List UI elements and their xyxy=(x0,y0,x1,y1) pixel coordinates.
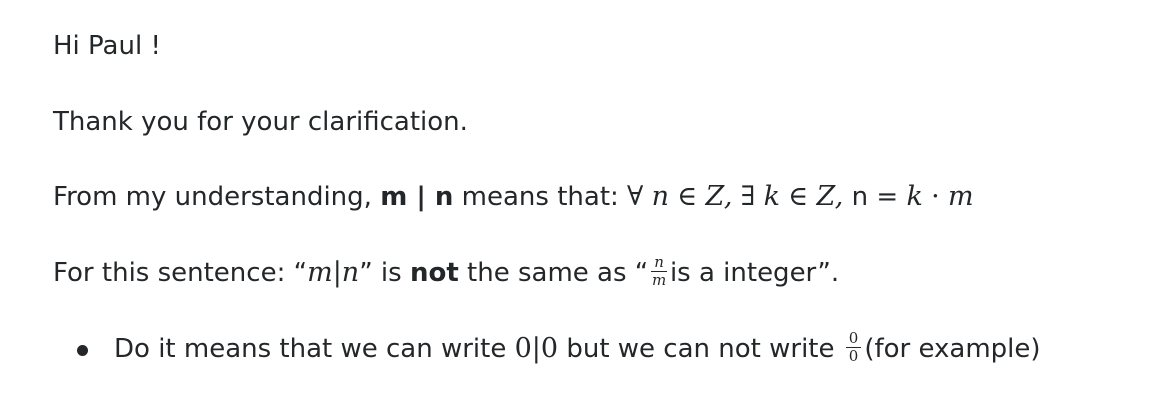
fraction-n-over-m: nm xyxy=(651,255,667,288)
math-n: n xyxy=(651,181,669,212)
greeting-line: Hi Paul ! xyxy=(53,28,161,64)
definition-intro: From my understanding, xyxy=(53,182,381,212)
thanks-line: Thank you for your clarification. xyxy=(53,104,468,140)
math-m-sentence: m xyxy=(307,257,333,288)
definition-bold-m-divides-n: m | n xyxy=(380,182,454,212)
bullet-start: Do it means that we can write xyxy=(114,334,515,364)
sentence-not-bold: not xyxy=(409,258,459,288)
fraction-zero-over-zero: 00 xyxy=(845,331,862,365)
math-m: m xyxy=(947,181,974,212)
greeting-text: Hi Paul ! xyxy=(53,31,161,61)
math-k-2: k xyxy=(906,181,923,212)
bullet-mid: but we can not write xyxy=(558,334,843,364)
forall-symbol: ∀ xyxy=(627,181,644,212)
fraction-zero-numerator: 0 xyxy=(845,331,862,348)
thanks-text: Thank you for your clarification. xyxy=(53,107,468,137)
fraction-denominator: m xyxy=(651,271,667,289)
definition-after: means that: xyxy=(453,182,628,212)
element-of-symbol: ∈ xyxy=(677,181,698,212)
sentence-line: For this sentence: “m|n” is not the same… xyxy=(53,255,839,291)
sentence-tail: is a integer”. xyxy=(669,258,840,288)
fraction-numerator: n xyxy=(651,255,667,272)
bullet-list-item: Do it means that we can write 0|0 but we… xyxy=(77,331,1041,367)
fraction-zero-denominator: 0 xyxy=(848,347,859,365)
sentence-is: ” is xyxy=(359,258,410,288)
sentence-intro: For this sentence: “ xyxy=(53,258,308,288)
bullet-icon xyxy=(77,345,88,356)
math-z-1: Z, xyxy=(705,181,733,212)
sentence-same-as: the same as “ xyxy=(458,258,649,288)
bullet-tail: (for example) xyxy=(864,334,1041,364)
equation-n-equals: n = xyxy=(843,182,907,212)
math-k: k xyxy=(763,181,780,212)
math-z-2: Z, xyxy=(816,181,844,212)
definition-line: From my understanding, m | n means that:… xyxy=(53,179,974,215)
post-body: Hi Paul ! Thank you for your clarificati… xyxy=(0,0,1168,408)
bullet-text: Do it means that we can write 0|0 but we… xyxy=(114,331,1041,365)
math-zero-divides-zero: 0|0 xyxy=(514,333,559,364)
divides-bar: | xyxy=(332,257,342,288)
cdot-symbol: · xyxy=(931,181,940,212)
element-of-symbol-2: ∈ xyxy=(788,181,809,212)
math-n-sentence: n xyxy=(341,257,360,288)
exists-symbol: ∃ xyxy=(740,181,756,212)
